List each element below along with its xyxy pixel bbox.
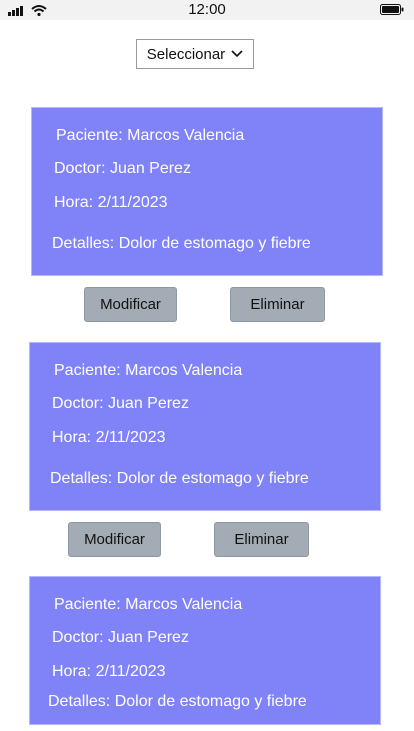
doctor-label: Doctor: Juan Perez bbox=[54, 160, 191, 177]
delete-button[interactable]: Eliminar bbox=[230, 287, 325, 322]
patient-label: Paciente: Marcos Valencia bbox=[54, 596, 243, 613]
status-time: 12:00 bbox=[188, 1, 226, 18]
time-label: Hora: 2/11/2023 bbox=[52, 663, 166, 680]
appointment-card: Paciente: Marcos Valencia Doctor: Juan P… bbox=[31, 107, 383, 276]
status-bar: 12:00 bbox=[0, 0, 414, 20]
filter-select-value: Seleccionar bbox=[146, 45, 226, 63]
battery-icon bbox=[380, 4, 404, 15]
time-label: Hora: 2/11/2023 bbox=[52, 429, 166, 446]
doctor-label: Doctor: Juan Perez bbox=[52, 395, 189, 412]
delete-button[interactable]: Eliminar bbox=[214, 522, 309, 557]
appointment-card: Paciente: Marcos Valencia Doctor: Juan P… bbox=[29, 576, 381, 725]
details-label: Detalles: Dolor de estomago y fiebre bbox=[52, 235, 311, 252]
modify-button[interactable]: Modificar bbox=[84, 287, 177, 322]
modify-button[interactable]: Modificar bbox=[68, 522, 161, 557]
appointment-card: Paciente: Marcos Valencia Doctor: Juan P… bbox=[29, 342, 381, 511]
patient-label: Paciente: Marcos Valencia bbox=[56, 127, 245, 144]
patient-label: Paciente: Marcos Valencia bbox=[54, 362, 243, 379]
doctor-label: Doctor: Juan Perez bbox=[52, 629, 189, 646]
details-label: Detalles: Dolor de estomago y fiebre bbox=[48, 693, 307, 710]
details-label: Detalles: Dolor de estomago y fiebre bbox=[50, 470, 309, 487]
time-label: Hora: 2/11/2023 bbox=[54, 194, 168, 211]
chevron-down-icon bbox=[231, 50, 243, 58]
filter-select[interactable]: Seleccionar bbox=[136, 39, 254, 69]
